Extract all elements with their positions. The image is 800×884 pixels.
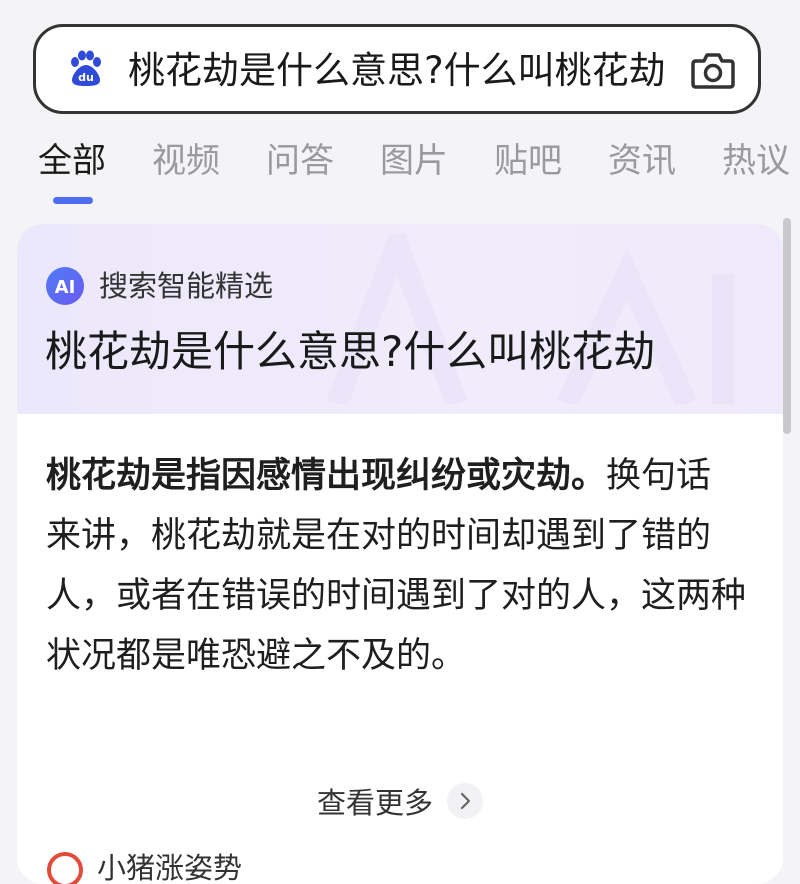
tab-video[interactable]: 视频 bbox=[152, 136, 220, 186]
tab-images[interactable]: 图片 bbox=[380, 136, 448, 186]
tab-all[interactable]: 全部 bbox=[38, 136, 106, 186]
chevron-right-icon bbox=[447, 783, 484, 819]
camera-icon[interactable] bbox=[690, 49, 736, 91]
see-more-label: 查看更多 bbox=[317, 786, 434, 820]
search-tabs: 全部 视频 问答 图片 贴吧 资讯 热议 bbox=[0, 136, 800, 206]
ai-badge-icon: AI bbox=[46, 267, 84, 305]
ai-answer-title[interactable]: 桃花劫是什么意思?什么叫桃花劫 bbox=[45, 320, 655, 384]
search-bar[interactable]: du 桃花劫是什么意思?什么叫桃花劫 bbox=[33, 24, 761, 114]
ai-answer-card: AI 搜索智能精选 桃花劫是什么意思?什么叫桃花劫 桃花劫是指因感情出现纠纷或灾… bbox=[17, 224, 783, 884]
tab-hot-discussion[interactable]: 热议 bbox=[722, 136, 790, 186]
scrollbar[interactable] bbox=[783, 218, 791, 434]
svg-text:du: du bbox=[78, 71, 94, 84]
tab-tieba[interactable]: 贴吧 bbox=[494, 136, 562, 186]
source-name[interactable]: 小猪涨姿势 bbox=[97, 846, 242, 884]
tab-news[interactable]: 资讯 bbox=[608, 136, 676, 186]
active-tab-indicator bbox=[53, 197, 93, 204]
ai-card-header: AI 搜索智能精选 桃花劫是什么意思?什么叫桃花劫 bbox=[17, 224, 783, 414]
search-input[interactable]: 桃花劫是什么意思?什么叫桃花劫 bbox=[128, 47, 673, 95]
see-more-button[interactable]: 查看更多 bbox=[317, 776, 484, 826]
ai-answer-text: 桃花劫是指因感情出现纠纷或灾劫。换句话来讲，桃花劫就是在对的时间却遇到了错的人，… bbox=[46, 446, 746, 686]
source-avatar-icon bbox=[47, 852, 83, 884]
answer-highlight: 桃花劫是指因感情出现纠纷或灾劫。 bbox=[46, 456, 607, 496]
svg-text:AI: AI bbox=[55, 277, 76, 298]
tab-qa[interactable]: 问答 bbox=[266, 136, 334, 186]
ai-section-label: 搜索智能精选 bbox=[99, 269, 274, 303]
baidu-logo-icon: du bbox=[71, 50, 101, 86]
